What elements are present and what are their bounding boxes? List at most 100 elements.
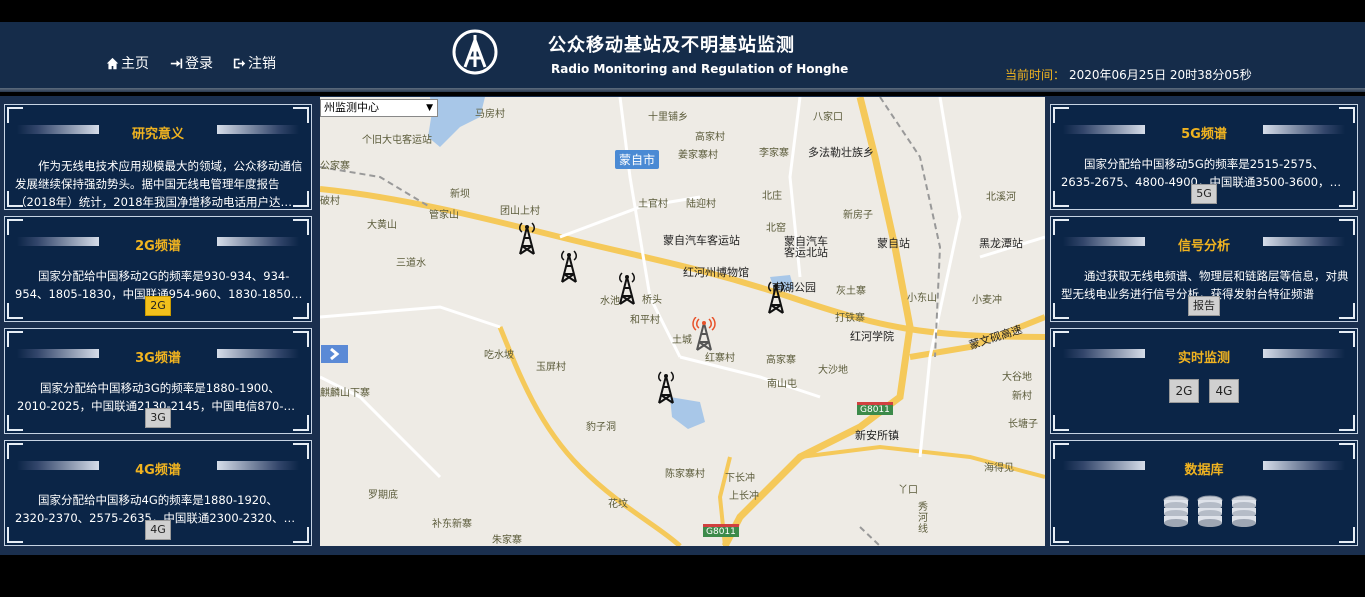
map-label: 小东山 [907, 293, 937, 304]
time-label: 当前时间： [1005, 68, 1066, 82]
panel-5g-spectrum: 5G频谱 国家分配给中国移动5G的频率是2515-2575、2635-2675、… [1050, 104, 1358, 210]
map-label: 马房村 [475, 109, 505, 120]
monitoring-center-value: 州监测中心 [324, 101, 379, 114]
map-label: 三道水 [396, 258, 426, 269]
database-icon[interactable] [1231, 495, 1257, 529]
map-label: 新安所镇 [855, 429, 899, 442]
map-label: 陈家寨村 [665, 469, 705, 480]
map-label: 新房子 [843, 210, 873, 221]
tower-logo-icon [452, 29, 498, 75]
map-label: 北溪河 [986, 192, 1016, 203]
3g-button[interactable]: 3G [145, 408, 171, 428]
map-label: 团山上村 [500, 206, 540, 217]
map-label: 新坝 [450, 189, 470, 200]
map-label: 朱家寨 [492, 535, 522, 546]
map-label: 秀河线 [918, 502, 928, 535]
map-label: 小麦冲 [972, 295, 1002, 306]
chevron-down-icon: ▼ [426, 103, 433, 113]
map-label: 上长冲 [729, 491, 759, 502]
realtime-4g-button[interactable]: 4G [1208, 379, 1240, 403]
map-label: 陆迎村 [686, 199, 716, 210]
nav-home-label: 主页 [121, 56, 149, 72]
map-label: 玉屏村 [536, 362, 566, 373]
panel-title: 2G频谱 [135, 239, 181, 254]
header-divider [0, 88, 1365, 92]
panel-research: 研究意义 作为无线电技术应用规模最大的领域，公众移动通信发展继续保持强劲势头。据… [4, 104, 312, 210]
map-label: 土城 [672, 335, 692, 346]
base-station-tower-icon[interactable] [614, 271, 640, 305]
map-label: 红河州博物馆 [683, 266, 749, 279]
nav-login[interactable]: 登录 [170, 54, 213, 72]
panel-signal-analysis: 信号分析 通过获取无线电频谱、物理层和链路层等信息，对典型无线电业务进行信号分析… [1050, 216, 1358, 322]
map-label: 蒙自汽车客运北站 [784, 235, 828, 259]
map-label: 桥头 [642, 295, 662, 306]
expand-panel-button[interactable] [321, 345, 348, 363]
panel-title: 4G频谱 [135, 463, 181, 478]
highway-shield: G8011 [857, 402, 893, 415]
map-label: 豹子洞 [586, 422, 616, 433]
panel-database: 数据库 [1050, 440, 1358, 546]
monitoring-center-select[interactable]: 州监测中心 ▼ [320, 99, 438, 117]
current-time: 2020年06月25日 20时38分05秒 [1069, 68, 1252, 82]
map-label: 多法勒壮族乡 [808, 146, 874, 159]
map-label: 公家寨 [320, 161, 350, 172]
map-label: 蒙自站 [877, 237, 910, 250]
4g-button[interactable]: 4G [145, 520, 171, 540]
map-label: 北庄 [762, 191, 782, 202]
map-label: 大黄山 [367, 220, 397, 231]
map-label: 和平村 [630, 315, 660, 326]
logout-icon [233, 58, 246, 68]
nav-logout[interactable]: 注销 [233, 54, 276, 72]
map-label: 北窑 [766, 223, 786, 234]
base-station-tower-icon[interactable] [763, 280, 789, 314]
map-label: 蒙自汽车客运站 [663, 234, 740, 247]
panel-title: 3G频谱 [135, 351, 181, 366]
panel-title: 5G频谱 [1181, 127, 1227, 142]
nav-home[interactable]: 主页 [106, 54, 149, 72]
home-icon [106, 57, 119, 69]
map-label: 姜家寨村 [678, 150, 718, 161]
header-bar: 主页 登录 注销 公众移动基站及不明基站监测 Radio Monitoring … [0, 22, 1365, 92]
panel-3g-spectrum: 3G频谱 国家分配给中国移动3G的频率是1880-1900、2010-2025，… [4, 328, 312, 434]
page-subtitle: Radio Monitoring and Regulation of Hongh… [551, 62, 849, 76]
page-title: 公众移动基站及不明基站监测 [548, 35, 795, 56]
map-label: 下长冲 [725, 473, 755, 484]
map-label: 灰土寨 [836, 286, 866, 297]
nav-login-label: 登录 [185, 56, 213, 72]
map-label: 大谷地 [1002, 372, 1032, 383]
map-label: 吃水坡 [484, 350, 514, 361]
nav-logout-label: 注销 [248, 56, 276, 72]
map-label: 十里铺乡 [648, 112, 688, 123]
database-icon[interactable] [1163, 495, 1189, 529]
base-station-tower-icon[interactable] [653, 370, 679, 404]
map-label: 海得见 [984, 463, 1014, 474]
panel-title: 研究意义 [131, 127, 184, 142]
map-city-label: 蒙自市 [615, 150, 660, 169]
map-label: 李家寨 [759, 148, 789, 159]
highway-shield: G8011 [703, 524, 739, 537]
map-label: 打铁寨 [835, 313, 865, 324]
login-icon [170, 58, 183, 68]
5g-button[interactable]: 5G [1191, 184, 1217, 204]
report-button[interactable]: 报告 [1188, 296, 1220, 316]
map-label: 高家寨 [766, 355, 796, 366]
map-label: 新村 [1012, 391, 1032, 402]
map-label: 红河学院 [850, 330, 894, 343]
screen: 主页 登录 注销 公众移动基站及不明基站监测 Radio Monitoring … [0, 0, 1365, 597]
map-label: 补东新寨 [432, 519, 472, 530]
realtime-2g-button[interactable]: 2G [1168, 379, 1200, 403]
database-icon[interactable] [1197, 495, 1223, 529]
panel-2g-spectrum: 2G频谱 国家分配给中国移动2G的频率是930-934、934-954、1805… [4, 216, 312, 322]
base-station-tower-icon[interactable] [556, 249, 582, 283]
base-station-map[interactable]: 马房村 个旧大屯客运站 十里铺乡 八家口 高家村 蒙自市 姜家寨村 李家寨 多法… [320, 97, 1045, 546]
map-label: 管家山 [429, 210, 459, 221]
map-label: 八家口 [813, 112, 843, 123]
2g-button[interactable]: 2G [145, 296, 171, 316]
panel-title: 实时监测 [1177, 351, 1230, 366]
base-station-tower-icon[interactable] [514, 221, 540, 255]
map-label: 麒麟山下寨 [320, 388, 370, 399]
map-label: 破村 [320, 196, 340, 207]
map-label: 南山屯 [767, 379, 797, 390]
map-label: 高家村 [695, 132, 725, 143]
unknown-base-station-tower-icon[interactable] [691, 317, 717, 351]
